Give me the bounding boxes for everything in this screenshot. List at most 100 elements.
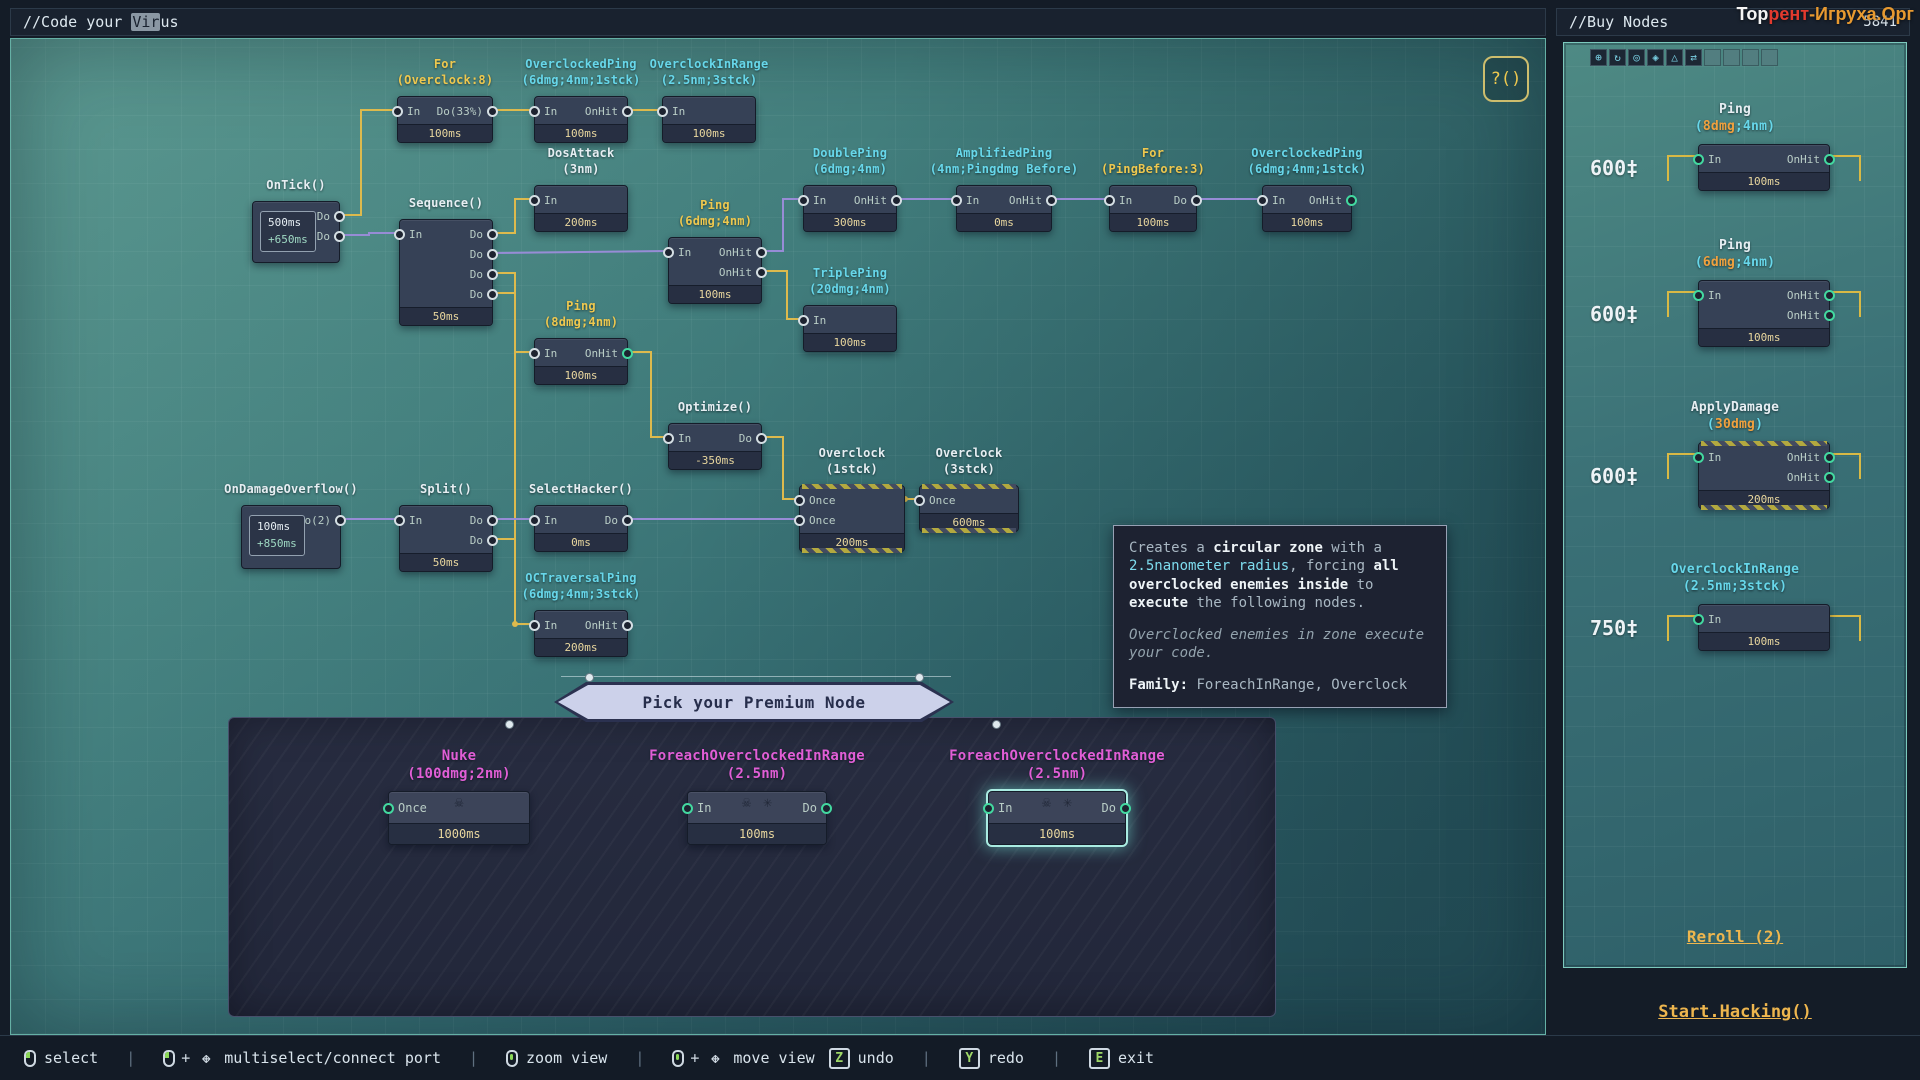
- filter-button-3[interactable]: ◎: [1628, 49, 1645, 66]
- node-for-overclock[interactable]: In Do(33%) 100ms: [392, 96, 498, 143]
- port-do-out[interactable]: [756, 432, 767, 444]
- port-in-in[interactable]: [1693, 289, 1704, 301]
- port-in-in[interactable]: [663, 246, 674, 258]
- port-onhit-out[interactable]: [622, 347, 633, 359]
- filter-button-5[interactable]: △: [1666, 49, 1683, 66]
- port-onhit-out[interactable]: [1824, 309, 1835, 321]
- node-dosattack[interactable]: In 200ms: [529, 185, 628, 232]
- shop-node-preview-applydamage[interactable]: In OnHit OnHit 200ms: [1693, 441, 1835, 510]
- port-onhit-out[interactable]: [756, 266, 767, 278]
- port-onhit-out[interactable]: [622, 105, 633, 117]
- node-sequence[interactable]: In Do Do Do Do 50ms: [394, 219, 498, 326]
- port-do-out[interactable]: [1120, 802, 1131, 814]
- shop-item-ping-8[interactable]: Ping (8dmg;4nm) 600‡ In OnHit 100ms: [1564, 101, 1906, 191]
- help-button[interactable]: ?(): [1483, 56, 1529, 102]
- shop-item-applydamage[interactable]: ApplyDamage (30dmg) 600‡ In OnHit OnHit 200ms: [1564, 399, 1906, 510]
- port-do-out[interactable]: [487, 228, 498, 240]
- node-cost: 50ms: [400, 553, 492, 571]
- port-in-in[interactable]: [392, 105, 403, 117]
- shop-item-overclockinrange[interactable]: OverclockInRange (2.5nm;3stck) 750‡ In 100ms: [1564, 561, 1906, 651]
- port-in-in[interactable]: [529, 105, 540, 117]
- shop-node-preview-ping-6[interactable]: In OnHit OnHit 100ms: [1693, 280, 1835, 347]
- port-onhit-out[interactable]: [1046, 194, 1057, 206]
- port-onhit-out[interactable]: [891, 194, 902, 206]
- port-do-out[interactable]: [1191, 194, 1202, 206]
- node-nuke[interactable]: ☠ Once 1000ms: [383, 791, 530, 845]
- port-in-in[interactable]: [1104, 194, 1115, 206]
- port-do-out[interactable]: [334, 230, 345, 242]
- port-in-in[interactable]: [663, 432, 674, 444]
- port-onhit-out[interactable]: [1346, 194, 1357, 206]
- filter-button-4[interactable]: ◈: [1647, 49, 1664, 66]
- node-selecthacker[interactable]: In Do 0ms: [529, 505, 633, 552]
- shop-item-ping-6[interactable]: Ping (6dmg;4nm) 600‡ In OnHit OnHit 100ms: [1564, 237, 1906, 347]
- hint-label: undo: [857, 1049, 894, 1067]
- port-in-in[interactable]: [1693, 451, 1704, 463]
- port-do-out[interactable]: [487, 288, 498, 300]
- port-onhit-out[interactable]: [1824, 153, 1835, 165]
- port-once-in[interactable]: [383, 802, 394, 814]
- node-graph-canvas[interactable]: Pick your Premium Node ?() Creates a cir…: [10, 38, 1546, 1035]
- shop-node-preview-overclockinrange[interactable]: In 100ms: [1693, 604, 1830, 651]
- port-in-in[interactable]: [529, 347, 540, 359]
- port-once-in[interactable]: [794, 514, 805, 526]
- node-ping-6dmg[interactable]: In OnHit OnHit 100ms: [663, 237, 767, 304]
- port-do-out[interactable]: [487, 248, 498, 260]
- port-once-in[interactable]: [794, 494, 805, 506]
- filter-button-1[interactable]: ⊕: [1590, 49, 1607, 66]
- port-do(2)-out[interactable]: [335, 514, 346, 526]
- port-in-in[interactable]: [529, 514, 540, 526]
- node-octraversalping[interactable]: In OnHit 200ms: [529, 610, 633, 657]
- port-in-in[interactable]: [657, 105, 668, 117]
- start-hacking-link[interactable]: Start.Hacking(): [1563, 1002, 1907, 1022]
- hint-divider: |: [1051, 1049, 1061, 1067]
- node-optimize[interactable]: In Do -350ms: [663, 423, 767, 470]
- port-do-out[interactable]: [487, 268, 498, 280]
- port-do-out[interactable]: [622, 514, 633, 526]
- node-ping-8dmg[interactable]: In OnHit 100ms: [529, 338, 633, 385]
- node-doubleping[interactable]: In OnHit 300ms: [798, 185, 902, 232]
- port-in-in[interactable]: [1257, 194, 1268, 206]
- node-for-pingbefore[interactable]: In Do 100ms: [1104, 185, 1202, 232]
- node-title-overclock-1stck: Overclock (1stck): [819, 445, 886, 477]
- node-split[interactable]: In Do Do 50ms: [394, 505, 498, 572]
- port-in-in[interactable]: [529, 619, 540, 631]
- node-ondamageoverflow[interactable]: Do(2) 100ms +850ms: [241, 505, 346, 569]
- node-foreachoverclockedinrange-1[interactable]: ☠ ✳ In Do 100ms: [682, 791, 832, 845]
- node-ontick[interactable]: Do Do 500ms +650ms: [252, 201, 345, 263]
- node-tooltip: Creates a circular zone with a 2.5nanome…: [1113, 525, 1447, 709]
- port-in-in[interactable]: [798, 314, 809, 326]
- node-amplifiedping[interactable]: In OnHit 0ms: [951, 185, 1057, 232]
- port-in-in[interactable]: [951, 194, 962, 206]
- port-in-in[interactable]: [394, 514, 405, 526]
- port-do-out[interactable]: [334, 210, 345, 222]
- port-do-out[interactable]: [487, 514, 498, 526]
- node-overclockedping-2[interactable]: In OnHit 100ms: [1257, 185, 1357, 232]
- port-in-in[interactable]: [983, 802, 994, 814]
- port-in-in[interactable]: [394, 228, 405, 240]
- port-onhit-out[interactable]: [1824, 289, 1835, 301]
- node-overclock-1stck[interactable]: Once Once 200ms: [794, 484, 905, 553]
- filter-button-6[interactable]: ⇄: [1685, 49, 1702, 66]
- filter-button-2[interactable]: ↻: [1609, 49, 1626, 66]
- port-do-out[interactable]: [487, 534, 498, 546]
- port-do(33%)-out[interactable]: [487, 105, 498, 117]
- node-overclockedping-1[interactable]: In OnHit 100ms: [529, 96, 633, 143]
- node-tripleping[interactable]: In 100ms: [798, 305, 897, 352]
- node-foreachoverclockedinrange-2[interactable]: ☠ ✳ In Do 100ms: [983, 791, 1131, 845]
- port-onhit-out[interactable]: [1824, 451, 1835, 463]
- shop-node-preview-ping-8[interactable]: In OnHit 100ms: [1693, 144, 1835, 191]
- port-onhit-out[interactable]: [756, 246, 767, 258]
- port-once-in[interactable]: [914, 494, 925, 506]
- port-in-in[interactable]: [798, 194, 809, 206]
- port-onhit-out[interactable]: [1824, 471, 1835, 483]
- port-in-in[interactable]: [529, 194, 540, 206]
- port-do-out[interactable]: [821, 802, 832, 814]
- node-overclock-3stck[interactable]: Once 600ms: [914, 484, 1019, 533]
- node-title-octraversalping: OCTraversalPing (6dmg;4nm;3stck): [522, 570, 641, 602]
- port-in-in[interactable]: [1693, 613, 1704, 625]
- port-in-in[interactable]: [682, 802, 693, 814]
- port-in-in[interactable]: [1693, 153, 1704, 165]
- node-overclockinrange[interactable]: In 100ms: [657, 96, 756, 143]
- port-onhit-out[interactable]: [622, 619, 633, 631]
